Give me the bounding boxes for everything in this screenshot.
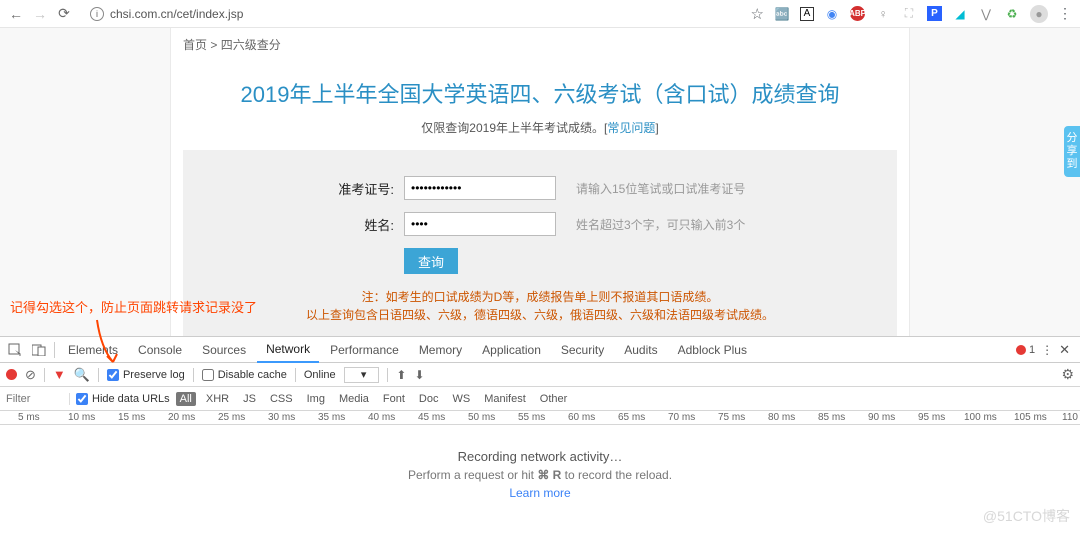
breadcrumb-sep: > xyxy=(210,38,217,52)
type-doc[interactable]: Doc xyxy=(415,392,443,406)
throttle-select[interactable]: ▾ xyxy=(344,367,380,383)
page-content: 首页 > 四六级查分 2019年上半年全国大学英语四、六级考试（含口试）成绩查询… xyxy=(0,28,1080,336)
device-icon[interactable] xyxy=(28,341,50,359)
tab-network[interactable]: Network xyxy=(257,337,319,363)
devtools-more-icon[interactable]: ⋮ xyxy=(1041,343,1053,357)
site-info-icon[interactable]: i xyxy=(90,7,104,21)
tab-adblock[interactable]: Adblock Plus xyxy=(669,337,756,363)
type-xhr[interactable]: XHR xyxy=(202,392,233,406)
download-har-icon[interactable]: ⬇ xyxy=(414,368,424,382)
devtools-tabs: Elements Console Sources Network Perform… xyxy=(0,337,1080,363)
tab-elements[interactable]: Elements xyxy=(59,337,127,363)
page-subtitle: 仅限查询2019年上半年考试成绩。[常见问题] xyxy=(171,119,909,146)
inspect-icon[interactable] xyxy=(4,341,26,359)
learn-more-link[interactable]: Learn more xyxy=(509,486,570,500)
tab-memory[interactable]: Memory xyxy=(410,337,471,363)
type-manifest[interactable]: Manifest xyxy=(480,392,530,406)
lens-icon[interactable]: ◉ xyxy=(824,6,840,22)
type-css[interactable]: CSS xyxy=(266,392,297,406)
back-button[interactable]: ← xyxy=(8,6,24,22)
filter-input[interactable] xyxy=(6,393,70,405)
watermark: @51CTO博客 xyxy=(983,506,1070,526)
type-all[interactable]: All xyxy=(176,392,196,406)
recording-label: Recording network activity… xyxy=(458,449,623,464)
translate-icon[interactable]: 🔤 xyxy=(774,6,790,22)
type-js[interactable]: JS xyxy=(239,392,260,406)
note-line-1: 注：如考生的口试成绩为D等，成绩报告单上则不报道其口语成绩。 xyxy=(183,288,897,306)
recycle-icon[interactable]: ♻ xyxy=(1004,6,1020,22)
faq-link[interactable]: 常见问题 xyxy=(607,121,655,135)
filter-icon[interactable]: ▼ xyxy=(53,367,66,382)
user-annotation: 记得勾选这个，防止页面跳转请求记录没了 xyxy=(10,297,257,316)
url-text: chsi.com.cn/cet/index.jsp xyxy=(110,7,243,21)
type-ws[interactable]: WS xyxy=(448,392,474,406)
preserve-log-checkbox[interactable]: Preserve log xyxy=(107,369,185,381)
name-hint: 姓名超过3个字，可只输入前3个 xyxy=(576,216,745,233)
breadcrumb-home[interactable]: 首页 xyxy=(183,38,207,52)
p-icon[interactable]: P xyxy=(927,6,942,21)
cat-icon[interactable]: ⛶ xyxy=(901,6,917,22)
address-bar[interactable]: i chsi.com.cn/cet/index.jsp xyxy=(90,7,243,21)
devtools-close-icon[interactable]: ✕ xyxy=(1059,342,1070,358)
type-img[interactable]: Img xyxy=(303,392,329,406)
submit-row: 查询 xyxy=(260,248,820,274)
query-form: 准考证号: 请输入15位笔试或口试准考证号 姓名: 姓名超过3个字，可只输入前3… xyxy=(183,150,897,336)
devtools-status: 1 ⋮ ✕ xyxy=(1016,342,1076,358)
ticket-hint: 请输入15位笔试或口试准考证号 xyxy=(576,180,745,197)
breadcrumb: 首页 > 四六级查分 xyxy=(171,28,909,61)
search-icon[interactable]: 🔍 xyxy=(74,367,90,383)
menu-icon[interactable]: ⋮ xyxy=(1058,5,1072,22)
tab-sources[interactable]: Sources xyxy=(193,337,255,363)
ticket-input[interactable] xyxy=(404,176,556,200)
record-button[interactable] xyxy=(6,369,17,380)
network-toolbar: ⊘ ▼ 🔍 Preserve log Disable cache Online … xyxy=(0,363,1080,387)
note-line-2: 以上查询包含日语四级、六级，德语四级、六级，俄语四级、六级和法语四级考试成绩。 xyxy=(183,306,897,324)
page-title: 2019年上半年全国大学英语四、六级考试（含口试）成绩查询 xyxy=(171,61,909,119)
browser-toolbar: ← → ⟳ i chsi.com.cn/cet/index.jsp ☆ 🔤 A … xyxy=(0,0,1080,28)
error-badge[interactable]: 1 xyxy=(1016,344,1035,356)
online-label: Online xyxy=(304,369,336,381)
clear-icon[interactable]: ⊘ xyxy=(25,367,36,383)
upload-har-icon[interactable]: ⬆ xyxy=(396,368,406,382)
hint-label: Perform a request or hit ⌘ R to record t… xyxy=(408,468,672,482)
toolbar-right: ☆ 🔤 A ◉ ABP ♀ ⛶ P ◢ ⋁ ♻ ● ⋮ xyxy=(751,5,1072,23)
network-timeline[interactable]: 5 ms 10 ms 15 ms 20 ms 25 ms 30 ms 35 ms… xyxy=(0,411,1080,425)
name-label: 姓名: xyxy=(260,215,394,234)
tab-application[interactable]: Application xyxy=(473,337,550,363)
devtools-panel: Elements Console Sources Network Perform… xyxy=(0,336,1080,523)
avatar-icon[interactable]: ● xyxy=(1030,5,1048,23)
type-media[interactable]: Media xyxy=(335,392,373,406)
adblock-icon[interactable]: ABP xyxy=(850,6,865,21)
tab-security[interactable]: Security xyxy=(552,337,613,363)
font-icon[interactable]: A xyxy=(800,7,814,21)
down-icon[interactable]: ⋁ xyxy=(978,6,994,22)
form-notes: 注：如考生的口试成绩为D等，成绩报告单上则不报道其口语成绩。 以上查询包含日语四… xyxy=(183,288,897,324)
share-tab[interactable]: 分享到 xyxy=(1064,126,1080,177)
bookmark-icon[interactable]: ☆ xyxy=(751,5,764,23)
tab-performance[interactable]: Performance xyxy=(321,337,408,363)
forward-button[interactable]: → xyxy=(32,6,48,22)
tab-audits[interactable]: Audits xyxy=(615,337,666,363)
breadcrumb-current: 四六级查分 xyxy=(221,38,281,52)
name-input[interactable] xyxy=(404,212,556,236)
name-row: 姓名: 姓名超过3个字，可只输入前3个 xyxy=(260,212,820,236)
disable-cache-checkbox[interactable]: Disable cache xyxy=(202,369,287,381)
type-other[interactable]: Other xyxy=(536,392,572,406)
ticket-label: 准考证号: xyxy=(260,179,394,198)
reload-button[interactable]: ⟳ xyxy=(56,6,72,22)
bulb-icon[interactable]: ♀ xyxy=(875,6,891,22)
ticket-row: 准考证号: 请输入15位笔试或口试准考证号 xyxy=(260,176,820,200)
network-body: Recording network activity… Perform a re… xyxy=(0,425,1080,523)
query-button[interactable]: 查询 xyxy=(404,248,458,274)
type-font[interactable]: Font xyxy=(379,392,409,406)
settings-icon[interactable]: ⚙ xyxy=(1061,366,1074,383)
content-card: 首页 > 四六级查分 2019年上半年全国大学英语四、六级考试（含口试）成绩查询… xyxy=(170,28,910,336)
network-filter-bar: Hide data URLs All XHR JS CSS Img Media … xyxy=(0,387,1080,411)
hide-data-urls-checkbox[interactable]: Hide data URLs xyxy=(76,393,170,405)
loop-icon[interactable]: ◢ xyxy=(952,6,968,22)
tab-console[interactable]: Console xyxy=(129,337,191,363)
